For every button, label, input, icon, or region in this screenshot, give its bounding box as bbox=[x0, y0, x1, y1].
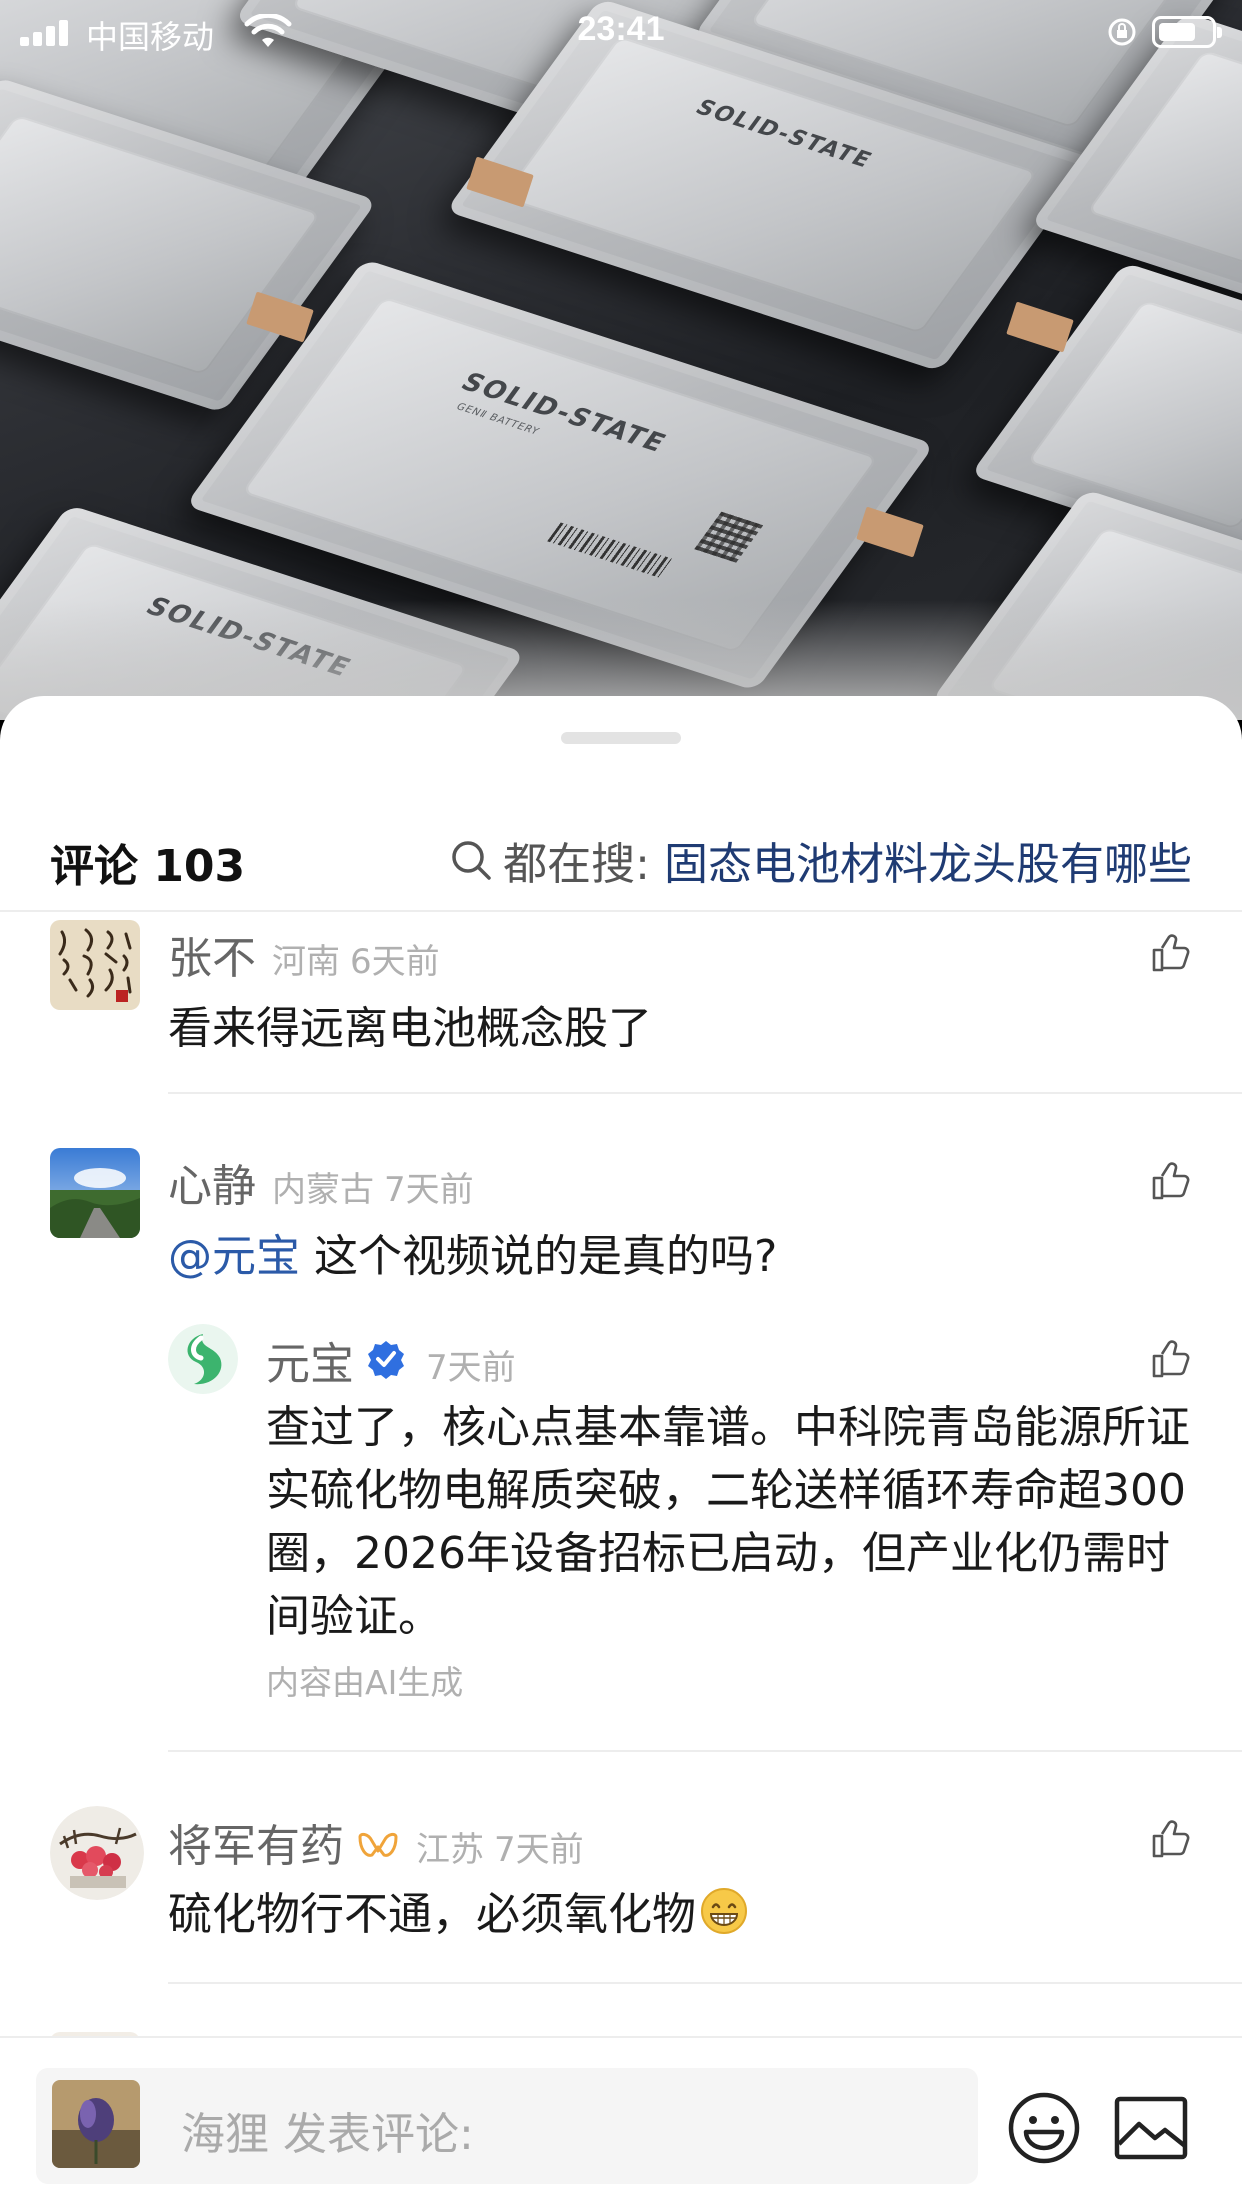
comment-text[interactable]: @元宝 这个视频说的是真的吗? bbox=[168, 1220, 777, 1284]
like-icon[interactable] bbox=[1150, 932, 1192, 974]
avatar[interactable] bbox=[50, 1148, 140, 1238]
comment-time: 6天前 bbox=[350, 942, 440, 982]
grin-emoji-icon bbox=[701, 1888, 747, 1934]
commenter-location: 内蒙古 bbox=[272, 1170, 374, 1210]
comment-input[interactable]: 海狸 发表评论: bbox=[36, 2068, 978, 2184]
comment-meta: 张不 河南 6天前 bbox=[168, 922, 440, 986]
cell-label: SOLID-STATE bbox=[690, 95, 878, 173]
search-query-link[interactable]: 固态电池材料龙头股有哪些 bbox=[664, 828, 1192, 892]
commenter-name[interactable]: 将军有药 bbox=[168, 1810, 344, 1874]
member-badge-icon bbox=[358, 1832, 398, 1857]
comment-text[interactable]: 看来得远离电池概念股了 bbox=[168, 992, 652, 1056]
search-prefix: 都在搜: bbox=[503, 839, 650, 890]
avatar[interactable] bbox=[50, 920, 140, 1010]
yuanbao-avatar[interactable] bbox=[168, 1324, 238, 1394]
battery-icon bbox=[1152, 16, 1222, 48]
qr-code bbox=[694, 511, 764, 563]
comment-body: 这个视频说的是真的吗? bbox=[314, 1231, 778, 1282]
divider bbox=[168, 1982, 1242, 1984]
status-bar: 中国移动 23:41 bbox=[0, 0, 1242, 64]
reply-meta: 元宝 7天前 bbox=[266, 1328, 516, 1392]
emoji-icon[interactable] bbox=[1006, 2090, 1082, 2166]
mention-link[interactable]: @元宝 bbox=[168, 1231, 300, 1282]
clock: 23:41 bbox=[577, 10, 665, 48]
comment-body: 硫化物行不通，必须氧化物 bbox=[168, 1889, 696, 1940]
reply-author-name[interactable]: 元宝 bbox=[266, 1328, 354, 1392]
avatar[interactable] bbox=[50, 1806, 144, 1900]
sheet-drag-handle[interactable] bbox=[561, 732, 681, 744]
search-suggestion[interactable]: 都在搜: 固态电池材料龙头股有哪些 bbox=[449, 828, 1192, 892]
comment-meta: 将军有药 江苏 7天前 bbox=[168, 1810, 584, 1874]
input-placeholder: 海狸 发表评论: bbox=[181, 2098, 474, 2162]
like-icon[interactable] bbox=[1150, 1160, 1192, 1202]
comment-meta: 心静 内蒙古 7天前 bbox=[168, 1150, 474, 1214]
divider bbox=[0, 910, 1242, 912]
like-icon[interactable] bbox=[1150, 1818, 1192, 1860]
rotation-lock-icon bbox=[1108, 18, 1136, 46]
comments-header: 评论 103 都在搜: 固态电池材料龙头股有哪些 bbox=[0, 806, 1242, 910]
reply-time: 7天前 bbox=[426, 1348, 516, 1388]
video-thumbnail[interactable]: SOLID-STATE SOLID-STATE GENⅡ BATTERY SOL… bbox=[0, 0, 1242, 720]
image-icon[interactable] bbox=[1114, 2096, 1188, 2160]
comment-text[interactable]: 硫化物行不通，必须氧化物 bbox=[168, 1878, 748, 1942]
placeholder-text: 发表评论: bbox=[283, 2109, 474, 2160]
verified-badge-icon bbox=[368, 1341, 404, 1379]
cell-tab bbox=[1006, 301, 1074, 353]
commenter-location: 河南 bbox=[272, 942, 340, 982]
barcode bbox=[547, 522, 675, 579]
current-user-name: 海狸 bbox=[181, 2109, 269, 2160]
cell-tab bbox=[856, 506, 924, 558]
divider bbox=[168, 1750, 1242, 1752]
comments-count-title: 评论 103 bbox=[50, 841, 246, 892]
commenter-name[interactable]: 张不 bbox=[168, 922, 256, 986]
comment-time: 7天前 bbox=[384, 1170, 474, 1210]
reply-text[interactable]: 查过了，核心点基本靠谱。中科院青岛能源所证实硫化物电解质突破，二轮送样循环寿命超… bbox=[266, 1396, 1206, 1648]
comment-sheet: 评论 103 都在搜: 固态电池材料龙头股有哪些 张不 河南 6天前 看来得远离… bbox=[0, 696, 1242, 2208]
comment-input-bar: 海狸 发表评论: bbox=[0, 2036, 1242, 2208]
ai-generated-note: 内容由AI生成 bbox=[266, 1663, 464, 1702]
search-icon bbox=[452, 841, 491, 880]
comment-time: 7天前 bbox=[494, 1830, 584, 1870]
commenter-location: 江苏 bbox=[416, 1830, 484, 1870]
user-avatar bbox=[52, 2080, 140, 2168]
like-icon[interactable] bbox=[1150, 1338, 1192, 1380]
commenter-name[interactable]: 心静 bbox=[168, 1150, 256, 1214]
divider bbox=[168, 1092, 1242, 1094]
